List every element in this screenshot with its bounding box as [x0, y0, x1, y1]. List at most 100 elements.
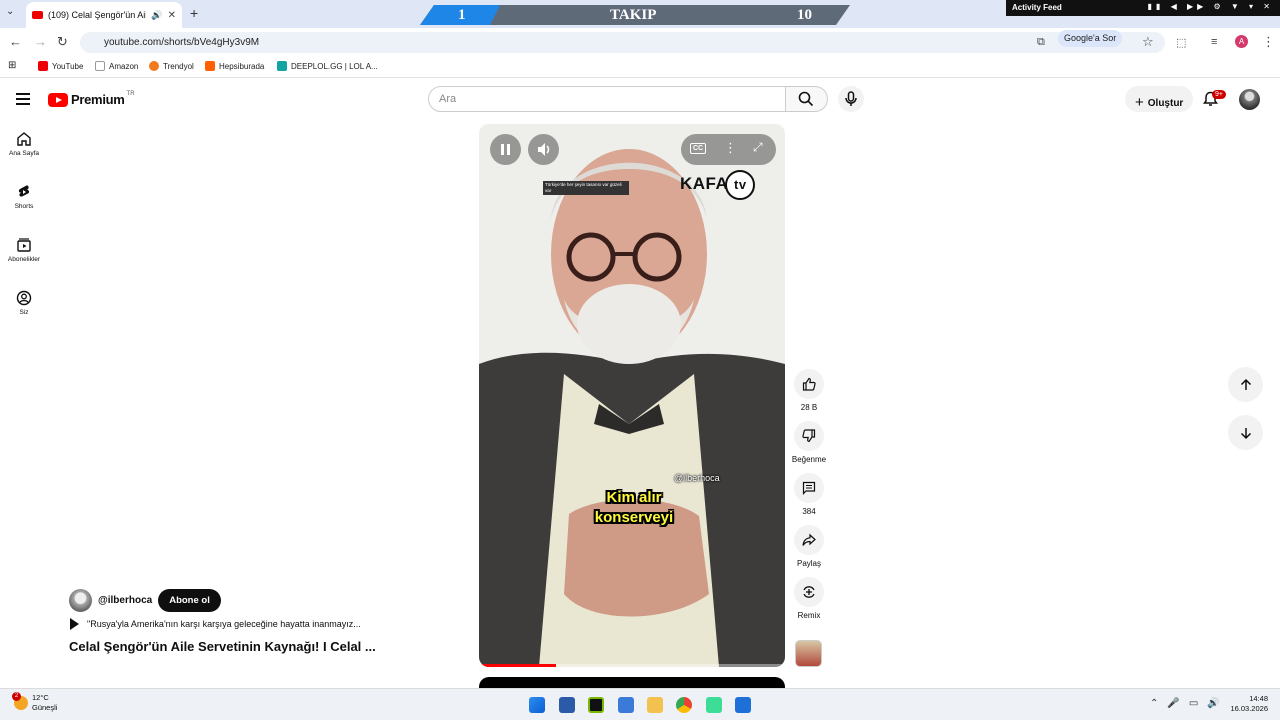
nvidia-icon[interactable] — [588, 697, 604, 713]
extensions-icon[interactable]: ⬚ — [1176, 36, 1186, 49]
share-label: Paylaş — [796, 559, 821, 568]
pause-button[interactable] — [490, 134, 521, 165]
channel-handle[interactable]: @ilberhoca — [98, 595, 152, 606]
account-avatar[interactable] — [1239, 89, 1260, 110]
video-progress-bar[interactable] — [479, 664, 785, 667]
menu-hamburger-icon[interactable] — [16, 93, 30, 108]
overlay-small-caption: Türkiye'de her şeyin tasarısı var güzeli… — [543, 181, 629, 195]
active-tab[interactable]: (109) Celal Şengör'ün Aile S 🔊 ✕ — [26, 2, 182, 28]
share-button[interactable] — [794, 525, 824, 555]
media-control-icon[interactable]: ≡ — [1211, 36, 1217, 48]
chrome-icon[interactable] — [676, 697, 692, 713]
bookmark-deeplol[interactable]: DEEPLOL.GG | LOL A... — [277, 61, 378, 71]
bookmark-amazon[interactable]: Amazon — [95, 61, 138, 71]
remix-action[interactable]: Remix — [790, 577, 828, 629]
arrow-down-icon — [1240, 427, 1251, 439]
profile-avatar[interactable]: A — [1235, 35, 1248, 48]
new-tab-button[interactable]: + — [190, 5, 198, 21]
volume-button[interactable] — [528, 134, 559, 165]
sidebar-item-you[interactable]: Siz — [0, 290, 48, 340]
search-placeholder: Ara — [439, 93, 457, 105]
voice-search-button[interactable] — [838, 86, 864, 112]
sidebar-item-subscriptions[interactable]: Abonelikler — [0, 237, 48, 287]
system-tray[interactable]: ⌃🎤▭🔊 — [1150, 698, 1229, 709]
video-frame-image — [479, 124, 785, 667]
youtube-header: Premium TR Ara + Oluştur — [0, 80, 1280, 120]
bookmark-trendyol[interactable]: Trendyol — [149, 61, 194, 71]
bookmark-star-icon[interactable]: ☆ — [1142, 34, 1154, 50]
windows-start-icon[interactable] — [529, 697, 545, 713]
bookmark-youtube[interactable]: YouTube — [38, 61, 83, 71]
dislike-button[interactable] — [794, 421, 824, 451]
search-input[interactable]: Ara — [428, 86, 786, 112]
weather-badge: 2 — [12, 692, 21, 701]
browser-tab-strip: ⌄ (109) Celal Şengör'ün Aile S 🔊 ✕ + 1 T… — [0, 0, 1280, 28]
install-app-icon[interactable]: ⧉ — [1037, 36, 1045, 49]
pause-icon — [501, 144, 510, 155]
search-button[interactable] — [786, 86, 828, 112]
remix-icon — [803, 586, 815, 598]
close-tab-icon[interactable]: ✕ — [168, 10, 176, 21]
tab-search-icon[interactable]: ⌄ — [6, 6, 14, 17]
clock[interactable]: 14:48 16.03.2026 — [1222, 694, 1268, 714]
file-explorer-icon[interactable] — [647, 697, 663, 713]
sidebar-item-shorts[interactable]: Shorts — [0, 184, 48, 234]
app-icon[interactable] — [735, 697, 751, 713]
shorts-icon — [18, 185, 30, 197]
home-icon — [17, 132, 31, 146]
trendyol-favicon-icon — [149, 61, 159, 71]
sun-icon: 2 — [12, 692, 28, 710]
kafa-logo-tv: tv — [725, 170, 756, 200]
google-sor-button[interactable]: Google'a Sor — [1058, 30, 1123, 47]
microphone-icon — [845, 91, 857, 106]
bookmark-label: Hepsiburada — [219, 61, 265, 71]
address-bar-row: ← → ↻ youtube.com/shorts/bVe4gHy3v9M ⧉ G… — [0, 28, 1280, 56]
action-column: 28 B Beğenme 384 Paylaş Remix — [790, 369, 828, 629]
comment-action[interactable]: 384 — [790, 473, 828, 525]
media-controls[interactable]: ▮▮ ◀ ▶▶ ⚙ ▼ ▾ ✕ — [1148, 2, 1274, 11]
apps-grid-icon[interactable]: ⊞ — [8, 60, 16, 71]
takip-title: TAKIP — [610, 7, 657, 23]
caption-line-1: Kim alır — [606, 489, 662, 506]
comment-count: 384 — [802, 507, 816, 516]
share-action[interactable]: Paylaş — [790, 525, 828, 577]
whatsapp-icon[interactable] — [706, 697, 722, 713]
back-arrow-icon[interactable]: ← — [9, 34, 22, 49]
sound-row[interactable]: "Rusya'yla Amerika'nın karşı karşıya gel… — [70, 618, 361, 630]
reload-icon[interactable]: ↻ — [57, 34, 68, 50]
sound-thumbnail[interactable] — [795, 640, 822, 667]
weather-widget[interactable]: 2 12°C Güneşli — [12, 692, 58, 713]
more-options-icon[interactable]: ⋮ — [724, 140, 737, 156]
weather-condition: Güneşli — [32, 703, 58, 712]
like-action[interactable]: 28 B — [790, 369, 828, 421]
sidebar-item-home[interactable]: Ana Sayfa — [0, 131, 48, 181]
captions-button[interactable]: CC — [690, 143, 707, 154]
clock-date: 16.03.2026 — [1230, 704, 1268, 713]
activity-feed-widget: Activity Feed ▮▮ ◀ ▶▶ ⚙ ▼ ▾ ✕ — [1006, 0, 1280, 16]
next-short-button[interactable] — [1228, 415, 1263, 450]
remix-button[interactable] — [794, 577, 824, 607]
forward-arrow-icon[interactable]: → — [34, 34, 47, 49]
video-title[interactable]: Celal Şengör'ün Aile Servetinin Kaynağı!… — [69, 639, 376, 654]
sidebar-item-label: Shorts — [14, 203, 34, 210]
bookmarks-bar: ⊞ YouTube Amazon Trendyol Hepsiburada DE… — [0, 56, 1280, 78]
like-count: 28 B — [800, 403, 818, 412]
dislike-action[interactable]: Beğenme — [790, 421, 828, 473]
youtube-premium-logo[interactable]: Premium TR — [48, 91, 135, 107]
shorts-video-player[interactable]: CC ⋮ ⤢ KAFA tv Türkiye'de her şeyin tasar… — [479, 124, 785, 667]
outlook-icon[interactable] — [618, 697, 634, 713]
create-button[interactable]: + Oluştur — [1125, 86, 1194, 112]
mini-sidebar: Ana Sayfa Shorts Abonelikler Siz — [0, 128, 48, 340]
fullscreen-icon[interactable]: ⤢ — [753, 140, 763, 155]
tab-audio-icon[interactable]: 🔊 — [151, 10, 162, 21]
url-field[interactable]: youtube.com/shorts/bVe4gHy3v9M — [80, 32, 1165, 53]
like-button[interactable] — [794, 369, 824, 399]
browser-menu-icon[interactable]: ⋮ — [1262, 34, 1275, 50]
comment-button[interactable] — [794, 473, 824, 503]
channel-avatar[interactable] — [69, 589, 92, 612]
youtube-favicon-icon — [32, 11, 43, 19]
previous-short-button[interactable] — [1228, 367, 1263, 402]
bookmark-hepsiburada[interactable]: Hepsiburada — [205, 61, 264, 71]
task-view-icon[interactable] — [559, 697, 575, 713]
subscribe-button[interactable]: Abone ol — [158, 589, 221, 612]
